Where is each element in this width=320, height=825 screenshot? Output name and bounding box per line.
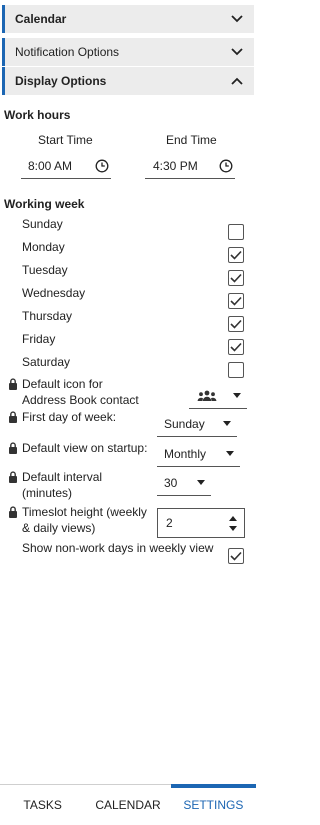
lock-icon (9, 506, 17, 518)
work-hours-heading: Work hours (4, 108, 71, 122)
checkmark-icon (230, 319, 242, 329)
timeslot-height-label: Timeslot height (weekly & daily views) (22, 505, 147, 535)
timeslot-height-stepper[interactable]: 2 (157, 508, 245, 538)
checkbox-tuesday[interactable] (228, 270, 244, 286)
lock-icon (9, 411, 17, 423)
checkbox-monday[interactable] (228, 247, 244, 263)
clock-icon[interactable] (219, 159, 233, 173)
first-day-select[interactable]: Sunday (157, 411, 237, 437)
contacts-group-icon (197, 390, 217, 401)
default-interval-value: 30 (164, 475, 178, 490)
end-time-field[interactable]: 4:30 PM (145, 153, 235, 179)
checkbox-sunday[interactable] (228, 224, 244, 240)
checkmark-icon (230, 551, 242, 561)
clock-icon[interactable] (95, 159, 109, 173)
section-notification-options[interactable]: Notification Options (2, 38, 254, 66)
start-time-value: 8:00 AM (28, 158, 73, 173)
lock-icon (9, 471, 17, 483)
tab-tasks[interactable]: TASKS (0, 785, 85, 825)
show-nonwork-days-label: Show non-work days in weekly view (22, 541, 214, 555)
checkbox-show-nonwork-days[interactable] (228, 548, 244, 564)
working-week-heading: Working week (4, 197, 85, 211)
default-icon-select[interactable] (189, 383, 247, 409)
chevron-down-icon[interactable] (226, 12, 248, 26)
section-display-title: Display Options (15, 74, 107, 88)
dropdown-arrow-icon (226, 451, 234, 456)
lock-icon (9, 378, 17, 390)
day-label-monday: Monday (22, 240, 65, 254)
end-time-value: 4:30 PM (153, 158, 198, 173)
default-view-value: Monthly (164, 446, 207, 461)
day-label-friday: Friday (22, 332, 56, 346)
section-notification-title: Notification Options (15, 45, 120, 59)
stepper-down-icon[interactable] (229, 525, 237, 531)
start-time-label: Start Time (38, 133, 93, 147)
checkmark-icon (230, 342, 242, 352)
tab-calendar[interactable]: CALENDAR (85, 785, 170, 825)
day-label-saturday: Saturday (22, 355, 71, 369)
checkbox-thursday[interactable] (228, 316, 244, 332)
dropdown-arrow-icon (233, 393, 241, 398)
end-time-label: End Time (166, 133, 217, 147)
stepper-up-icon[interactable] (229, 515, 237, 521)
start-time-field[interactable]: 8:00 AM (21, 153, 111, 179)
lock-icon (9, 442, 17, 454)
chevron-up-icon[interactable] (226, 74, 248, 88)
day-label-tuesday: Tuesday (22, 263, 68, 277)
day-label-wednesday: Wednesday (22, 286, 86, 300)
checkmark-icon (230, 296, 242, 306)
first-day-value: Sunday (164, 416, 205, 431)
dropdown-arrow-icon (223, 421, 231, 426)
bottom-tab-bar: TASKS CALENDAR SETTINGS (0, 784, 257, 825)
section-calendar-title: Calendar (15, 12, 67, 26)
default-view-label: Default view on startup: (22, 441, 148, 455)
dropdown-arrow-icon (197, 480, 205, 485)
checkbox-wednesday[interactable] (228, 293, 244, 309)
first-day-label: First day of week: (22, 410, 117, 424)
section-display-options[interactable]: Display Options (2, 67, 254, 95)
checkbox-friday[interactable] (228, 339, 244, 355)
checkmark-icon (230, 250, 242, 260)
section-calendar[interactable]: Calendar (2, 5, 254, 33)
default-icon-label: Default icon for Address Book contact (22, 377, 139, 407)
timeslot-height-value: 2 (166, 516, 173, 530)
day-label-sunday: Sunday (22, 217, 63, 231)
day-label-thursday: Thursday (22, 309, 73, 323)
chevron-down-icon[interactable] (226, 45, 248, 59)
tab-settings[interactable]: SETTINGS (170, 784, 257, 825)
checkmark-icon (230, 273, 242, 283)
default-interval-select[interactable]: 30 (157, 470, 211, 496)
default-interval-label: Default interval (minutes) (22, 470, 103, 500)
checkbox-saturday[interactable] (228, 362, 244, 378)
default-view-select[interactable]: Monthly (157, 441, 240, 467)
